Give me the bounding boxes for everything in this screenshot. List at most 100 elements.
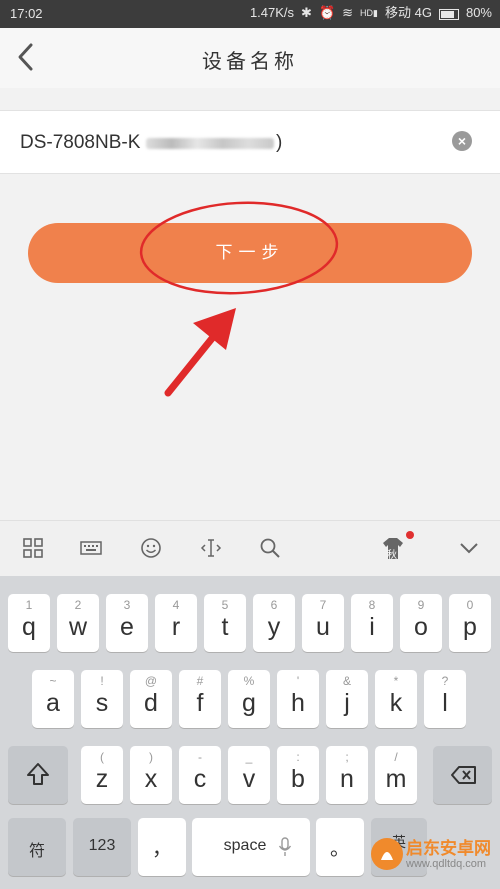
key-letter: g xyxy=(242,689,256,717)
key-x[interactable]: ) x xyxy=(130,746,172,804)
numbers-key[interactable]: 123 xyxy=(73,818,131,876)
page-title: 设备名称 xyxy=(202,51,298,73)
cursor-icon[interactable] xyxy=(200,537,222,559)
key-a[interactable]: ~ a xyxy=(32,670,74,728)
shift-arrow-icon xyxy=(27,763,49,785)
key-v[interactable]: _ v xyxy=(228,746,270,804)
key-r[interactable]: 4r xyxy=(155,594,197,652)
grid-icon[interactable] xyxy=(22,537,44,559)
carrier-label: 移动 4G xyxy=(385,5,432,20)
period-label: 。 xyxy=(330,838,350,860)
backspace-key[interactable] xyxy=(433,746,492,804)
key-j[interactable]: & j xyxy=(326,670,368,728)
key-s[interactable]: ! s xyxy=(81,670,123,728)
key-letter: c xyxy=(193,765,207,793)
key-letter: m xyxy=(385,765,407,793)
hd-badge: HD xyxy=(360,8,374,18)
key-m[interactable]: / m xyxy=(375,746,417,804)
status-icons: 1.47K/s ✱ ⏰ ≋ HD▮ 移动 4G 80% xyxy=(250,6,492,20)
key-q[interactable]: 1q xyxy=(8,594,50,652)
space-key[interactable]: space xyxy=(192,818,310,876)
key-letter: h xyxy=(291,689,305,717)
key-hint: ( xyxy=(100,750,104,764)
status-bar: 17:02 1.47K/s ✱ ⏰ ≋ HD▮ 移动 4G 80% xyxy=(0,0,500,28)
microphone-icon xyxy=(278,837,292,856)
key-letter: v xyxy=(242,765,256,793)
notification-dot xyxy=(406,531,414,539)
key-letter: y xyxy=(267,613,281,641)
key-hint: 9 xyxy=(417,598,425,612)
key-letter: u xyxy=(316,613,330,641)
key-d[interactable]: @ d xyxy=(130,670,172,728)
numbers-label: 123 xyxy=(88,837,116,854)
device-name-prefix: DS-7808NB-K xyxy=(20,132,141,153)
watermark: 启东安卓网 www.qdltdq.com xyxy=(358,826,500,889)
key-f[interactable]: # f xyxy=(179,670,221,728)
key-letter: x xyxy=(144,765,158,793)
key-letter: a xyxy=(46,689,60,717)
key-u[interactable]: 7u xyxy=(302,594,344,652)
key-i[interactable]: 8i xyxy=(351,594,393,652)
key-n[interactable]: ; n xyxy=(326,746,368,804)
shift-key[interactable] xyxy=(8,746,68,804)
device-name-suffix: ) xyxy=(276,132,283,153)
alarm-icon: ⏰ xyxy=(318,5,336,20)
redacted-serial xyxy=(146,138,274,149)
key-b[interactable]: :b xyxy=(277,746,319,804)
wifi-icon: ≋ xyxy=(342,5,354,20)
key-hint: 1 xyxy=(25,598,33,612)
key-hint: 4 xyxy=(172,598,180,612)
key-hint: # xyxy=(196,674,204,688)
next-button[interactable]: 下一步 xyxy=(28,223,472,283)
device-name-field[interactable]: DS-7808NB-K ) xyxy=(0,110,500,174)
key-letter: p xyxy=(463,613,477,641)
key-letter: w xyxy=(68,613,88,641)
watermark-name: 启东安卓网 xyxy=(406,839,491,858)
key-letter: o xyxy=(414,613,428,641)
key-letter: e xyxy=(120,613,134,641)
key-hint: 2 xyxy=(74,598,82,612)
key-letter: s xyxy=(95,689,109,717)
skin-icon[interactable]: 秋 xyxy=(378,531,414,563)
key-l[interactable]: ? l xyxy=(424,670,466,728)
battery-icon xyxy=(438,8,459,20)
key-c[interactable]: -c xyxy=(179,746,221,804)
key-h[interactable]: ' h xyxy=(277,670,319,728)
key-hint: * xyxy=(393,674,399,688)
key-letter: t xyxy=(221,613,229,641)
key-y[interactable]: 6y xyxy=(253,594,295,652)
symbols-label: 符 xyxy=(28,843,45,860)
comma-key[interactable]: ， xyxy=(138,818,186,876)
key-letter: j xyxy=(344,689,350,717)
key-k[interactable]: * k xyxy=(375,670,417,728)
key-letter: b xyxy=(291,765,305,793)
keyboard-toolbar: 秋 xyxy=(0,520,500,577)
key-hint: / xyxy=(394,750,398,764)
key-e[interactable]: 3e xyxy=(106,594,148,652)
search-icon[interactable] xyxy=(259,537,281,559)
key-hint: @ xyxy=(144,674,158,688)
key-letter: k xyxy=(389,689,403,717)
watermark-url: www.qdltdq.com xyxy=(406,858,487,870)
key-hint: ! xyxy=(100,674,104,688)
key-t[interactable]: 5t xyxy=(204,594,246,652)
key-letter: l xyxy=(442,689,448,717)
comma-label: ， xyxy=(152,838,172,860)
key-z[interactable]: (z xyxy=(81,746,123,804)
key-w[interactable]: 2w xyxy=(57,594,99,652)
key-o[interactable]: 9o xyxy=(400,594,442,652)
watermark-logo-icon xyxy=(371,838,403,870)
nav-bar: 设备名称 xyxy=(0,28,500,88)
emoji-icon[interactable] xyxy=(140,537,162,559)
key-hint: % xyxy=(243,674,255,688)
key-hint: & xyxy=(342,674,351,688)
pointer-arrow-line xyxy=(164,322,226,397)
keyboard-icon[interactable] xyxy=(80,537,102,559)
period-key[interactable]: 。 xyxy=(316,818,364,876)
key-letter: d xyxy=(144,689,158,717)
symbols-key[interactable]: 符 xyxy=(8,818,66,876)
key-p[interactable]: 0p xyxy=(449,594,491,652)
collapse-icon[interactable] xyxy=(458,537,480,559)
key-g[interactable]: % g xyxy=(228,670,270,728)
clear-icon[interactable]: × xyxy=(452,131,472,151)
